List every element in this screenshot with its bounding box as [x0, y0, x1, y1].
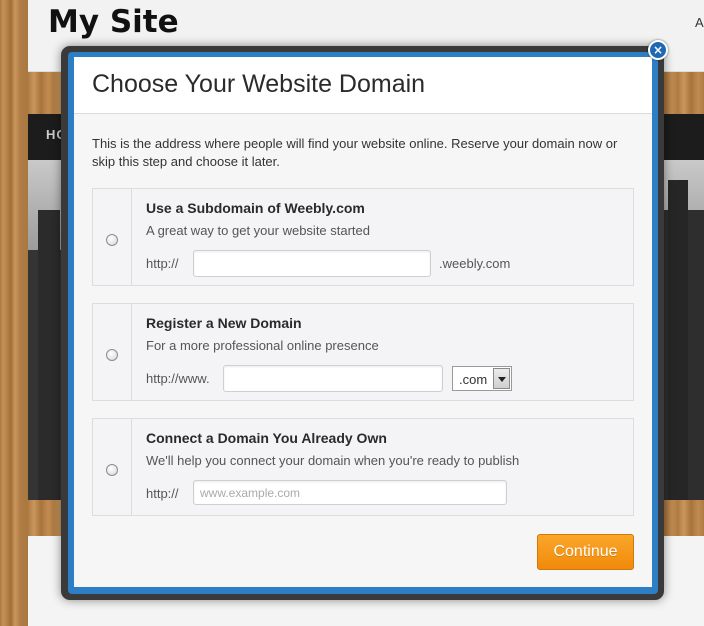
option-title: Use a Subdomain of Weebly.com	[146, 200, 365, 216]
option-subtitle: A great way to get your website started	[146, 223, 371, 238]
option-connect-domain[interactable]: Connect a Domain You Already Own We'll h…	[92, 418, 634, 516]
tld-dropdown[interactable]: .com	[452, 366, 512, 391]
option-title: Connect a Domain You Already Own	[146, 430, 387, 446]
url-prefix: http://	[146, 486, 179, 501]
chevron-down-icon[interactable]	[493, 368, 510, 389]
existing-domain-input[interactable]	[193, 480, 507, 505]
subdomain-input[interactable]	[193, 250, 431, 277]
wood-background-left	[0, 0, 28, 626]
option-subtitle: We'll help you connect your domain when …	[146, 453, 520, 468]
site-title: My Site	[48, 4, 179, 40]
option-subdomain[interactable]: Use a Subdomain of Weebly.com A great wa…	[92, 188, 634, 286]
subdomain-radio[interactable]	[106, 234, 118, 246]
weebly-suffix: .weebly.com	[439, 256, 511, 271]
option-subtitle: For a more professional online presence	[146, 338, 379, 353]
modal-description: This is the address where people will fi…	[92, 136, 618, 169]
site-nav-item-partial[interactable]: A	[695, 15, 704, 30]
connect-domain-radio[interactable]	[106, 464, 118, 476]
url-prefix: http://	[146, 256, 179, 271]
new-domain-input[interactable]	[223, 365, 443, 392]
register-domain-radio[interactable]	[106, 349, 118, 361]
radio-column	[93, 304, 132, 400]
modal-header: Choose Your Website Domain	[74, 57, 652, 114]
close-icon[interactable]: ×	[648, 40, 668, 60]
continue-button[interactable]: Continue	[537, 534, 634, 570]
radio-column	[93, 419, 132, 515]
option-register-domain[interactable]: Register a New Domain For a more profess…	[92, 303, 634, 401]
url-prefix: http://www.	[146, 371, 210, 386]
domain-modal: Choose Your Website Domain This is the a…	[74, 57, 652, 587]
modal-title: Choose Your Website Domain	[92, 70, 426, 98]
option-title: Register a New Domain	[146, 315, 302, 331]
radio-column	[93, 189, 132, 285]
tld-selected-value: .com	[459, 372, 488, 387]
